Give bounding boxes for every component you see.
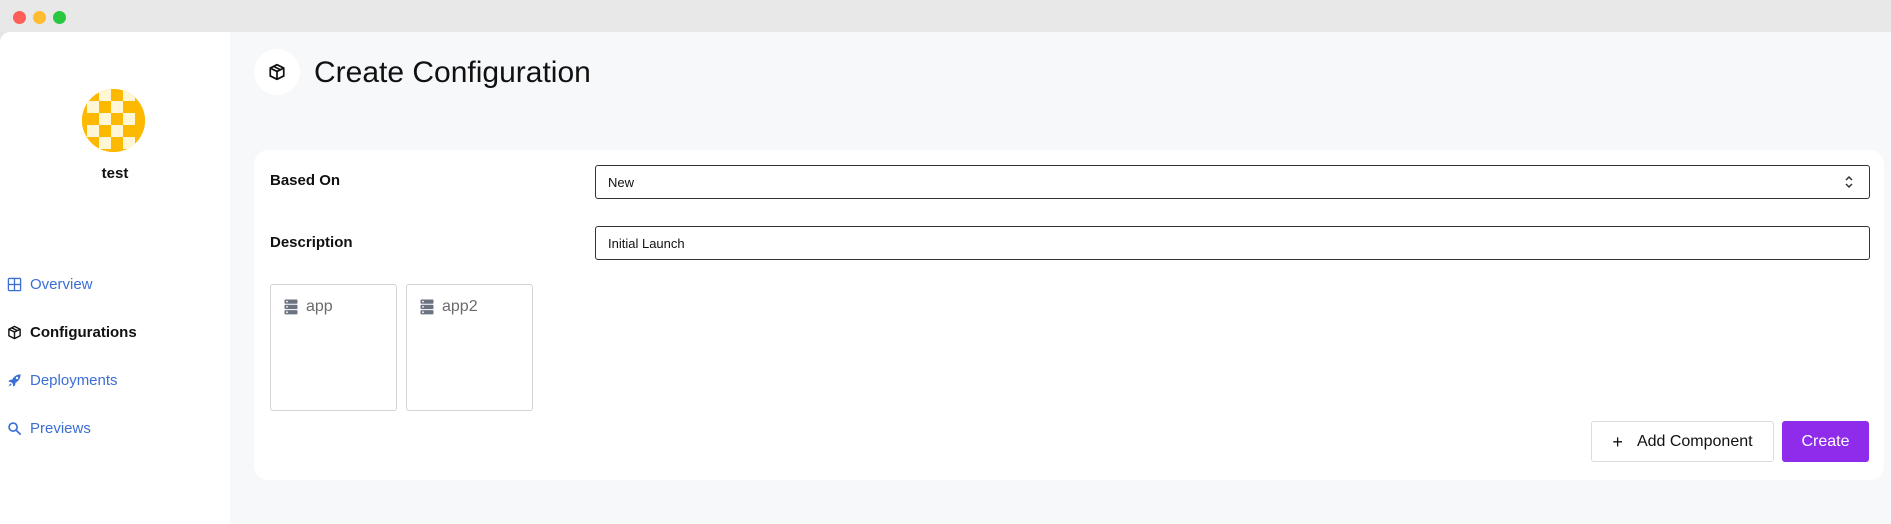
server-icon xyxy=(420,299,434,315)
sidebar-item-deployments[interactable]: Deployments xyxy=(0,356,230,404)
create-button[interactable]: Create xyxy=(1782,421,1869,462)
sidebar-item-label: Configurations xyxy=(30,323,137,341)
cube-icon xyxy=(269,63,285,81)
rocket-icon xyxy=(7,373,22,388)
checker-avatar-icon xyxy=(82,89,145,152)
add-component-label: Add Component xyxy=(1636,432,1753,450)
sidebar-item-configurations[interactable]: Configurations xyxy=(0,308,230,356)
component-name: app xyxy=(306,298,333,315)
minimize-window-button[interactable] xyxy=(33,11,46,24)
sidebar-item-overview[interactable]: Overview xyxy=(0,260,230,308)
page-title: Create Configuration xyxy=(314,56,591,89)
sidebar-item-label: Deployments xyxy=(30,371,118,389)
component-tile-app[interactable]: app xyxy=(270,284,397,411)
plus-icon: + xyxy=(1612,431,1623,452)
window-titlebar xyxy=(0,0,1891,32)
team-avatar xyxy=(82,89,145,152)
based-on-selected-value: New xyxy=(608,174,635,190)
based-on-label: Based On xyxy=(270,172,341,189)
page-icon-badge xyxy=(254,49,300,95)
sidebar-nav: Overview Configurations Deployments Prev… xyxy=(0,260,230,452)
configuration-form-card: Based On New Description app xyxy=(254,150,1884,480)
component-tile-header: app2 xyxy=(420,298,478,316)
chevron-up-down-icon xyxy=(1845,175,1853,189)
description-label: Description xyxy=(270,234,353,251)
add-component-button[interactable]: + Add Component xyxy=(1591,421,1774,462)
sidebar-item-label: Previews xyxy=(30,419,91,437)
team-name: test xyxy=(101,165,129,182)
component-tile-app2[interactable]: app2 xyxy=(406,284,533,411)
grid-icon xyxy=(7,277,22,292)
sidebar-item-label: Overview xyxy=(30,275,93,293)
description-input[interactable] xyxy=(595,226,1870,260)
sidebar: test Overview Configurations Deployments… xyxy=(0,32,230,524)
search-icon xyxy=(7,421,22,436)
server-icon xyxy=(284,299,298,315)
based-on-select[interactable]: New xyxy=(595,165,1870,199)
main-content: Create Configuration Based On New Descri… xyxy=(230,32,1891,524)
maximize-window-button[interactable] xyxy=(53,11,66,24)
sidebar-item-previews[interactable]: Previews xyxy=(0,404,230,452)
component-name: app2 xyxy=(442,298,478,315)
component-tile-header: app xyxy=(284,298,333,316)
cube-icon xyxy=(7,325,22,340)
close-window-button[interactable] xyxy=(13,11,26,24)
